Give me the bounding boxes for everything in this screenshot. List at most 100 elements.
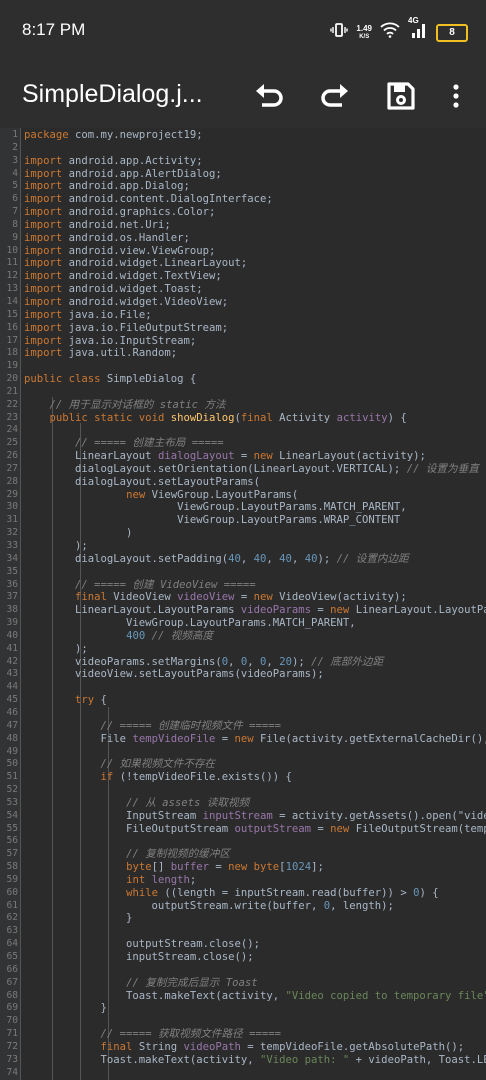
line-number: 57 (6, 848, 18, 860)
code-line[interactable]: 29 new ViewGroup.LayoutParams( (0, 489, 486, 502)
code-line[interactable]: 25 // ===== 创建主布局 ===== (0, 437, 486, 450)
code-line[interactable]: 66 (0, 964, 486, 977)
code-token: new (253, 591, 273, 604)
code-line[interactable]: 47 // ===== 创建临时视频文件 ===== (0, 720, 486, 733)
code-line[interactable]: 1 package com.my.newproject19; (0, 129, 486, 142)
code-line[interactable]: 28 dialogLayout.setLayoutParams( (0, 476, 486, 489)
code-line[interactable]: 48 File tempVideoFile = new File(activit… (0, 733, 486, 746)
code-line[interactable]: 15 import java.io.File; (0, 309, 486, 322)
code-line[interactable]: 69 } (0, 1002, 486, 1015)
code-line[interactable]: 52 (0, 784, 486, 797)
code-token: 400 (126, 629, 146, 642)
code-line[interactable]: 62 } (0, 912, 486, 925)
code-line[interactable]: 3 import android.app.Activity; (0, 155, 486, 168)
code-line[interactable]: 30 ViewGroup.LayoutParams.MATCH_PARENT, (0, 501, 486, 514)
code-line[interactable]: 20 public class SimpleDialog { (0, 373, 486, 386)
code-line[interactable]: 68 Toast.makeText(activity, "Video copie… (0, 990, 486, 1003)
code-line[interactable]: 8 import android.net.Uri; (0, 219, 486, 232)
code-line[interactable]: 24 (0, 424, 486, 437)
code-line[interactable]: 10 import android.view.ViewGroup; (0, 245, 486, 258)
code-token: File(activity.getExternalCacheDir(), "te… (260, 732, 486, 745)
code-line[interactable]: 49 (0, 746, 486, 759)
code-line[interactable]: 71 // ===== 获取视频文件路径 ===== (0, 1028, 486, 1041)
code-line[interactable]: 46 (0, 707, 486, 720)
code-line[interactable]: 45 try { (0, 694, 486, 707)
code-line[interactable]: 67 // 复制完成后显示 Toast (0, 977, 486, 990)
code-line[interactable]: 70 (0, 1015, 486, 1028)
code-line[interactable]: 34 dialogLayout.setPadding(40, 40, 40, 4… (0, 553, 486, 566)
code-line[interactable]: 43 videoView.setLayoutParams(videoParams… (0, 668, 486, 681)
code-line[interactable]: 54 InputStream inputStream = activity.ge… (0, 810, 486, 823)
code-text: ); (24, 643, 88, 656)
code-line[interactable]: 50 // 如果视频文件不存在 (0, 758, 486, 771)
code-line[interactable]: 59 int length; (0, 874, 486, 887)
code-text: LinearLayout.LayoutParams videoParams = … (24, 604, 486, 617)
code-line[interactable]: 44 (0, 681, 486, 694)
code-line[interactable]: 51 if (!tempVideoFile.exists()) { (0, 771, 486, 784)
code-token: byte (126, 861, 152, 874)
code-token: new (234, 732, 254, 745)
code-token: ); (317, 552, 337, 565)
code-line[interactable]: 64 outputStream.close(); (0, 938, 486, 951)
undo-button[interactable] (251, 78, 287, 114)
code-line[interactable]: 11 import android.widget.LinearLayout; (0, 257, 486, 270)
code-line[interactable]: 12 import android.widget.TextView; (0, 270, 486, 283)
code-line[interactable]: 19 (0, 360, 486, 373)
code-line[interactable]: 18 import java.util.Random; (0, 347, 486, 360)
code-line[interactable]: 65 inputStream.close(); (0, 951, 486, 964)
code-line[interactable]: 26 LinearLayout dialogLayout = new Linea… (0, 450, 486, 463)
code-line[interactable]: 60 while ((length = inputStream.read(buf… (0, 887, 486, 900)
code-line[interactable]: 14 import android.widget.VideoView; (0, 296, 486, 309)
code-token: ) (24, 527, 133, 540)
code-line[interactable]: 7 import android.graphics.Color; (0, 206, 486, 219)
more-options-button[interactable] (438, 78, 474, 114)
line-number: 24 (6, 424, 18, 436)
code-line[interactable]: 63 (0, 925, 486, 938)
code-text: // 从 assets 读取视频 (24, 797, 249, 810)
code-line[interactable]: 41 ); (0, 643, 486, 656)
code-line[interactable]: 32 ) (0, 527, 486, 540)
line-number: 8 (12, 218, 18, 230)
code-line[interactable]: 6 import android.content.DialogInterface; (0, 193, 486, 206)
code-line[interactable]: 22 // 用于显示对话框的 static 方法 (0, 399, 486, 412)
code-line[interactable]: 53 // 从 assets 读取视频 (0, 797, 486, 810)
code-line[interactable]: 73 Toast.makeText(activity, "Video path:… (0, 1054, 486, 1067)
code-token: java.io.InputStream; (62, 334, 197, 347)
code-line[interactable]: 9 import android.os.Handler; (0, 232, 486, 245)
code-line[interactable]: 16 import java.io.FileOutputStream; (0, 322, 486, 335)
code-token: new (330, 822, 350, 835)
code-line[interactable]: 27 dialogLayout.setOrientation(LinearLay… (0, 463, 486, 476)
save-button[interactable] (383, 78, 419, 114)
code-line[interactable]: 55 FileOutputStream outputStream = new F… (0, 823, 486, 836)
code-line[interactable]: 23 public static void showDialog(final A… (0, 412, 486, 425)
code-line[interactable]: 13 import android.widget.Toast; (0, 283, 486, 296)
code-line[interactable]: 61 outputStream.write(buffer, 0, length)… (0, 900, 486, 913)
line-number: 26 (6, 450, 18, 462)
code-line[interactable]: 42 videoParams.setMargins(0, 0, 0, 20); … (0, 656, 486, 669)
code-line[interactable]: 58 byte[] buffer = new byte[1024]; (0, 861, 486, 874)
code-line[interactable]: 2 (0, 142, 486, 155)
line-number: 63 (6, 925, 18, 937)
code-line[interactable]: 31 ViewGroup.LayoutParams.WRAP_CONTENT (0, 514, 486, 527)
redo-button[interactable] (317, 78, 353, 114)
code-line[interactable]: 33 ); (0, 540, 486, 553)
code-line[interactable]: 57 // 复制视频的缓冲区 (0, 848, 486, 861)
code-line[interactable]: 74 (0, 1067, 486, 1080)
code-line[interactable]: 40 400 // 视频高度 (0, 630, 486, 643)
code-line[interactable]: 56 (0, 835, 486, 848)
code-line[interactable]: 35 (0, 566, 486, 579)
code-line[interactable]: 5 import android.app.Dialog; (0, 180, 486, 193)
code-editor[interactable]: 1 package com.my.newproject19; 2 3 import an… (0, 128, 486, 1080)
code-token: // 如果视频文件不存在 (100, 758, 216, 771)
code-line[interactable]: 21 (0, 386, 486, 399)
code-line[interactable]: 17 import java.io.InputStream; (0, 335, 486, 348)
code-line[interactable]: 39 ViewGroup.LayoutParams.MATCH_PARENT, (0, 617, 486, 630)
code-line[interactable]: 36 // ===== 创建 VideoView ===== (0, 579, 486, 592)
code-token: inputStream.close(); (24, 951, 254, 963)
code-line[interactable]: 72 final String videoPath = tempVideoFil… (0, 1041, 486, 1054)
code-line[interactable]: 4 import android.app.AlertDialog; (0, 168, 486, 181)
code-line[interactable]: 37 final VideoView videoView = new Video… (0, 591, 486, 604)
code-token: FileOutputStream(tempVideoFile); (355, 822, 486, 835)
code-line[interactable]: 38 LinearLayout.LayoutParams videoParams… (0, 604, 486, 617)
